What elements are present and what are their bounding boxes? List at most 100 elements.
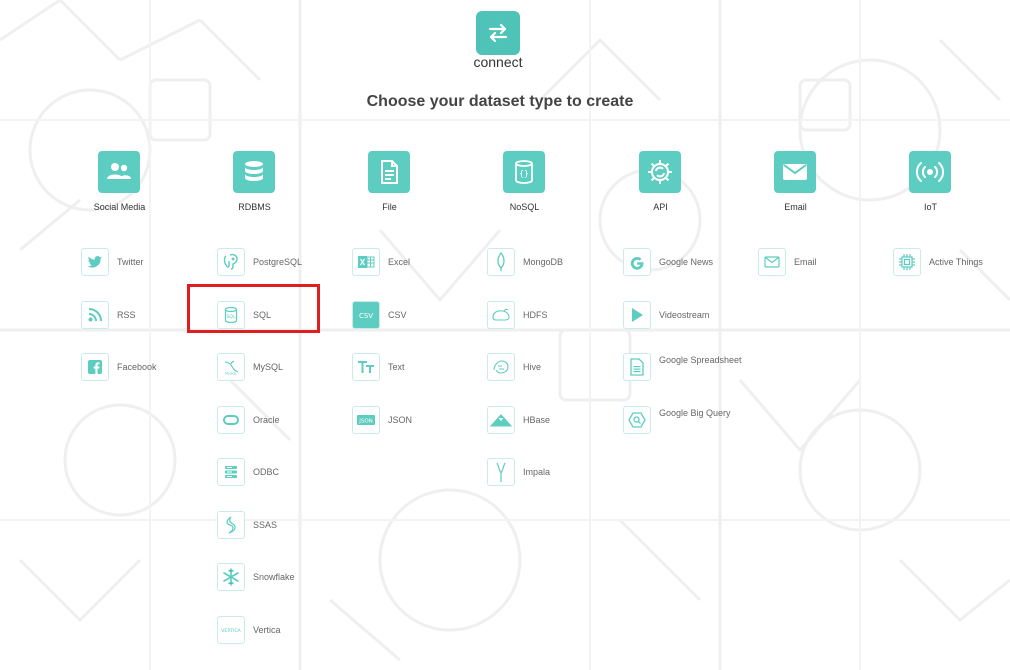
item-label: Vertica xyxy=(253,625,281,635)
page-title: Choose your dataset type to create xyxy=(366,93,634,110)
svg-text:CSV: CSV xyxy=(359,312,373,320)
item-twitter[interactable]: Twitter xyxy=(81,248,216,278)
vertica-icon: VERTICA xyxy=(217,616,245,644)
item-email[interactable]: Email xyxy=(758,248,893,278)
svg-text:VERTICA: VERTICA xyxy=(221,628,241,634)
item-hbase[interactable]: HBase xyxy=(487,406,622,436)
item-label: HBase xyxy=(523,415,551,425)
category-label: NoSQL xyxy=(509,202,540,212)
connect-logo xyxy=(476,11,520,55)
item-label: Excel xyxy=(388,257,411,267)
swap-arrows-icon xyxy=(488,23,508,43)
item-json[interactable]: JSON JSON xyxy=(352,406,487,436)
item-label: SQL xyxy=(253,310,272,320)
item-label: RSS xyxy=(117,310,136,320)
category-label: IoT xyxy=(923,202,937,212)
item-label: Text xyxy=(388,362,405,372)
item-label: PostgreSQL xyxy=(253,257,303,267)
twitter-icon xyxy=(81,248,109,276)
item-excel[interactable]: Excel xyxy=(352,248,487,278)
spreadsheet-icon xyxy=(623,353,651,381)
item-label: Active Things xyxy=(929,257,983,267)
item-label: JSON xyxy=(388,415,413,425)
item-google-big-query[interactable]: Google Big Query xyxy=(623,406,758,436)
file-icon xyxy=(368,151,410,193)
facebook-icon xyxy=(81,353,109,381)
sql-icon: SQL xyxy=(217,301,245,329)
item-label: Google News xyxy=(659,257,714,267)
oracle-icon xyxy=(217,406,245,434)
category-label: Email xyxy=(784,202,807,212)
item-postgresql[interactable]: PostgreSQL xyxy=(217,248,352,278)
item-ssas[interactable]: SSAS xyxy=(217,511,352,541)
item-label: Google Spreadsheet xyxy=(659,355,742,365)
item-label: HDFS xyxy=(523,310,548,320)
svg-text:SQL: SQL xyxy=(227,314,236,320)
item-label: Facebook xyxy=(117,362,157,372)
item-label: Snowflake xyxy=(253,572,295,582)
chip-icon xyxy=(893,248,921,276)
excel-icon xyxy=(352,248,380,276)
item-facebook[interactable]: Facebook xyxy=(81,353,216,383)
text-icon xyxy=(352,353,380,381)
hbase-icon xyxy=(487,406,515,434)
json-icon: JSON xyxy=(352,406,380,434)
postgresql-icon xyxy=(217,248,245,276)
item-odbc[interactable]: ODBC xyxy=(217,458,352,488)
category-label: RDBMS xyxy=(238,202,271,212)
item-csv[interactable]: CSV CSV xyxy=(352,301,487,331)
svg-text:MySQL: MySQL xyxy=(225,372,237,376)
category-label: File xyxy=(382,202,397,212)
item-label: Videostream xyxy=(659,310,710,320)
play-icon xyxy=(623,301,651,329)
category-label: Social Media xyxy=(93,202,146,212)
item-videostream[interactable]: Videostream xyxy=(623,301,758,331)
item-text[interactable]: Text xyxy=(352,353,487,383)
category-label: API xyxy=(653,202,668,212)
item-rss[interactable]: RSS xyxy=(81,301,216,331)
rss-icon xyxy=(81,301,109,329)
item-label: Google Big Query xyxy=(659,408,731,418)
item-vertica[interactable]: VERTICA Vertica xyxy=(217,616,352,646)
api-gear-icon xyxy=(639,151,681,193)
item-label: MongoDB xyxy=(523,257,564,267)
mail-icon xyxy=(774,151,816,193)
users-icon xyxy=(98,151,140,193)
item-label: Oracle xyxy=(253,415,280,425)
item-label: CSV xyxy=(388,310,407,320)
nosql-icon: {} xyxy=(503,151,545,193)
item-google-news[interactable]: Google News xyxy=(623,248,758,278)
csv-icon: CSV xyxy=(352,301,380,329)
google-news-icon xyxy=(623,248,651,276)
item-impala[interactable]: Impala xyxy=(487,458,622,488)
item-mysql[interactable]: MySQL MySQL xyxy=(217,353,352,383)
odbc-icon xyxy=(217,458,245,486)
bigquery-icon xyxy=(623,406,651,434)
mongodb-icon xyxy=(487,248,515,276)
item-label: SSAS xyxy=(253,520,278,530)
item-active-things[interactable]: Active Things xyxy=(893,248,1010,278)
item-label: Twitter xyxy=(117,257,144,267)
item-mongodb[interactable]: MongoDB xyxy=(487,248,622,278)
database-icon xyxy=(233,151,275,193)
mail-icon xyxy=(758,248,786,276)
item-label: MySQL xyxy=(253,362,284,372)
svg-text:JSON: JSON xyxy=(358,419,373,425)
hive-icon xyxy=(487,353,515,381)
mysql-icon: MySQL xyxy=(217,353,245,381)
item-oracle[interactable]: Oracle xyxy=(217,406,352,436)
item-hdfs[interactable]: HDFS xyxy=(487,301,622,331)
item-sql[interactable]: SQL SQL xyxy=(217,301,352,331)
iot-broadcast-icon xyxy=(909,151,951,193)
item-google-spreadsheet[interactable]: Google Spreadsheet xyxy=(623,353,758,383)
hdfs-icon xyxy=(487,301,515,329)
item-label: ODBC xyxy=(253,467,280,477)
item-snowflake[interactable]: Snowflake xyxy=(217,563,352,593)
item-label: Hive xyxy=(523,362,542,372)
svg-text:{}: {} xyxy=(519,169,529,178)
item-hive[interactable]: Hive xyxy=(487,353,622,383)
ssas-icon xyxy=(217,511,245,539)
item-label: Email xyxy=(794,257,817,267)
snowflake-icon xyxy=(217,563,245,591)
header: connect Choose your dataset type to crea… xyxy=(0,0,1010,130)
